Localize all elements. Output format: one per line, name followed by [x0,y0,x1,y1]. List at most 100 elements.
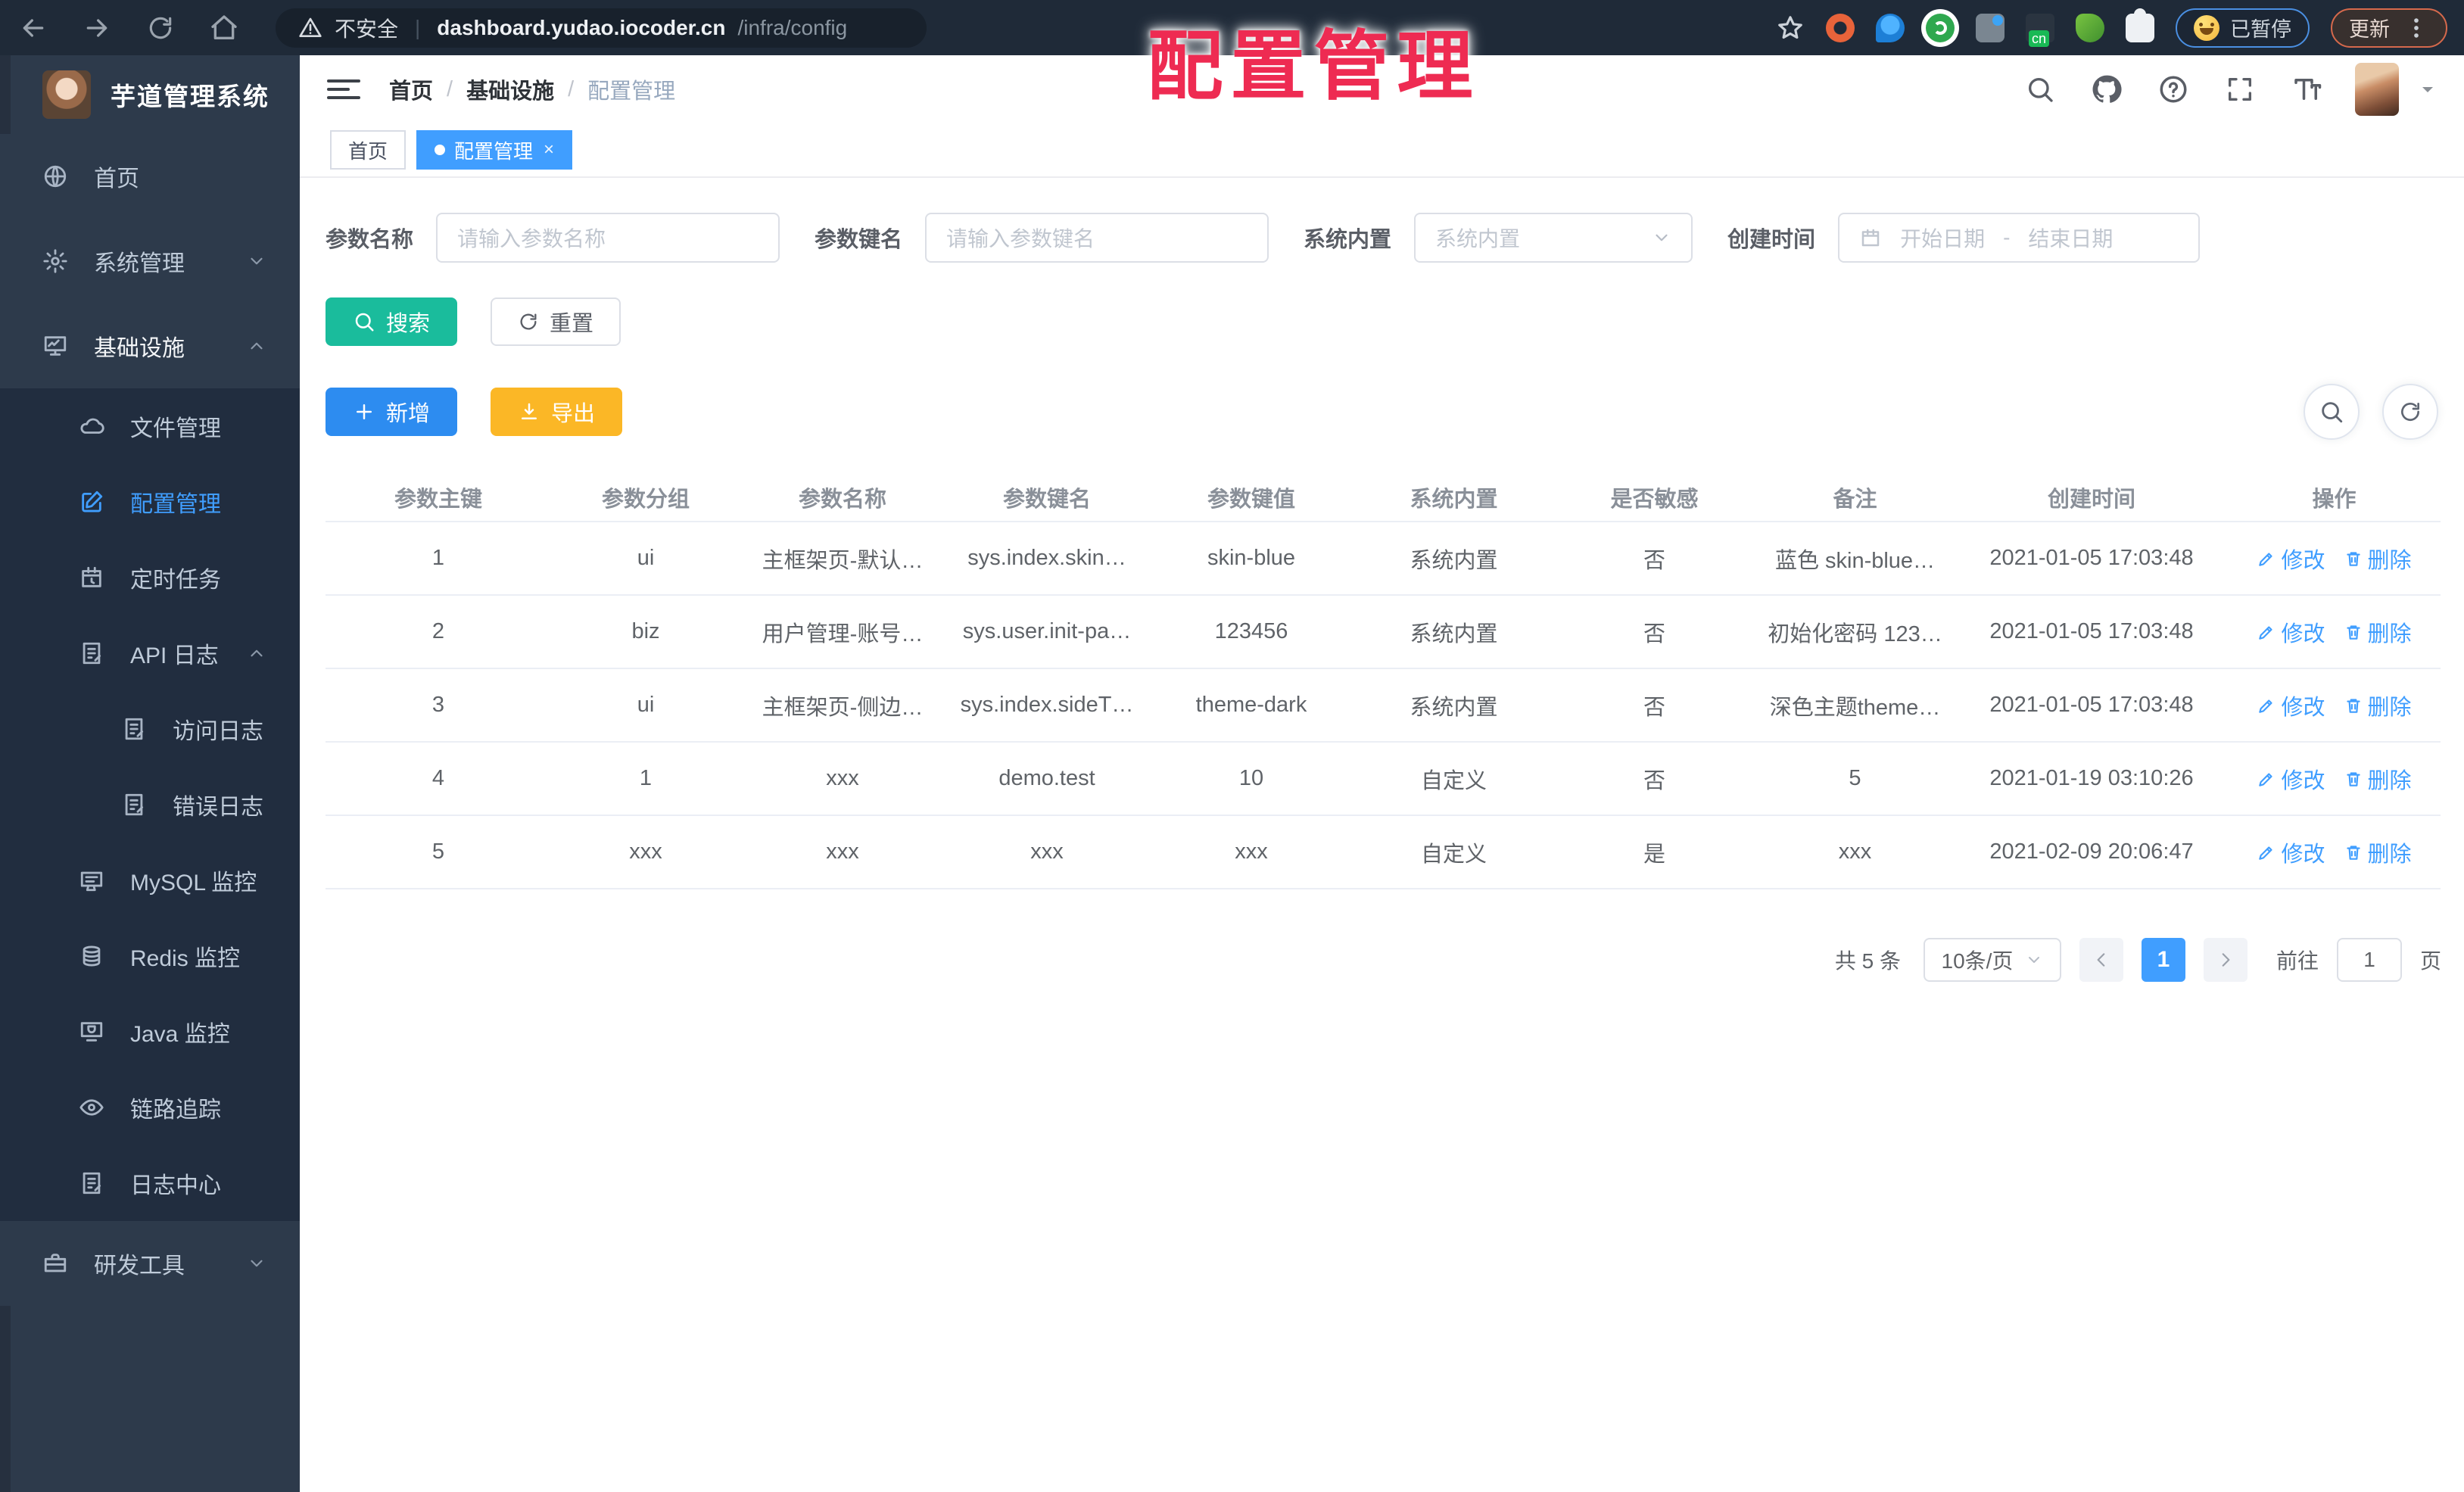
sidebar-item-14[interactable]: 研发工具 [0,1221,300,1306]
download-icon [518,400,540,423]
tab-home[interactable]: 首页 [330,130,407,170]
prev-page-button[interactable] [2079,938,2123,982]
url-path: /infra/config [737,15,848,39]
sidebar-item-5[interactable]: 定时任务 [0,540,300,615]
edit-link[interactable]: 修改 [2257,836,2325,868]
chevron-down-icon [2025,951,2043,969]
table-cell: 3 [326,668,551,743]
search-icon [2319,399,2344,425]
log-icon [76,640,107,666]
edit-link[interactable]: 修改 [2257,616,2325,648]
table-cell: 主框架页-侧边… [740,668,945,743]
sidebar-item-13[interactable]: 日志中心 [0,1145,300,1221]
close-tab-icon[interactable]: × [544,139,554,160]
add-button[interactable]: 新增 [326,388,458,436]
page-1-button[interactable]: 1 [2141,938,2185,982]
next-page-button[interactable] [2203,938,2248,982]
table-cell: 系统内置 [1353,522,1554,596]
collapse-menu-icon[interactable] [327,74,362,104]
delete-link[interactable]: 删除 [2344,616,2412,648]
goto-page-input[interactable]: 1 [2336,938,2402,982]
extension-paused-button[interactable]: 已暂停 [2176,8,2310,48]
toggle-search-button[interactable] [2304,384,2360,440]
param-key-input[interactable]: 请输入参数键名 [925,213,1269,263]
user-avatar[interactable] [2355,63,2399,116]
chevron-right-icon [2216,950,2235,970]
extension-icon[interactable] [2076,13,2104,42]
tab-config[interactable]: 配置管理 × [416,130,573,170]
extension-icon[interactable] [2026,13,2054,47]
filter-key-label: 参数键名 [815,228,903,252]
breadcrumb-infra[interactable]: 基础设施 [466,73,554,105]
sidebar-item-0[interactable]: 首页 [0,134,300,219]
github-icon[interactable] [2089,71,2125,107]
sidebar-item-6[interactable]: API 日志 [0,615,300,691]
chrome-update-button[interactable]: 更新 [2331,8,2447,48]
java-icon [76,1019,107,1045]
edit-link[interactable]: 修改 [2257,690,2325,721]
fullscreen-icon[interactable] [2222,71,2258,107]
sidebar-item-9[interactable]: MySQL 监控 [0,843,300,918]
column-header: 参数主键 [326,473,551,522]
search-button[interactable]: 搜索 [326,297,458,346]
app-title: 芋道管理系统 [111,83,269,111]
page-size-select[interactable]: 10条/页 [1923,938,2061,982]
breadcrumb-home[interactable]: 首页 [389,73,433,105]
breadcrumb: 首页 / 基础设施 / 配置管理 [389,73,675,105]
table-cell: xxx [1755,815,1955,889]
sidebar-item-1[interactable]: 系统管理 [0,219,300,304]
browser-menu-icon[interactable] [2403,15,2429,41]
sidebar-item-7[interactable]: 访问日志 [0,691,300,767]
sidebar-item-3[interactable]: 文件管理 [0,388,300,464]
export-button[interactable]: 导出 [491,388,623,436]
log-icon [118,792,150,818]
table-cell: 123456 [1149,595,1353,669]
delete-link[interactable]: 删除 [2344,836,2412,868]
table-cell: 自定义 [1353,742,1554,816]
sidebar-item-8[interactable]: 错误日志 [0,767,300,843]
total-count: 共 5 条 [1834,949,1901,973]
extension-icon[interactable] [1976,13,2005,42]
chevron-down-icon [1652,228,1671,248]
timer-icon [76,565,107,590]
delete-link[interactable]: 删除 [2344,690,2412,721]
help-icon[interactable] [2155,71,2191,107]
extension-icon[interactable] [1826,13,1855,42]
filter-form: 参数名称 请输入参数名称 参数键名 请输入参数键名 系统内置 系统内置 创建时间… [326,213,2441,263]
table-cell: 用户管理-账号… [740,595,945,669]
delete-link[interactable]: 删除 [2344,543,2412,575]
header-search-icon[interactable] [2022,71,2058,107]
sidebar-item-4[interactable]: 配置管理 [0,464,300,540]
param-name-input[interactable]: 请输入参数名称 [436,213,780,263]
edit-link[interactable]: 修改 [2257,543,2325,575]
extensions-puzzle-icon[interactable] [2126,8,2154,42]
browser-forward-icon[interactable] [80,11,114,45]
column-header: 参数键名 [945,473,1149,522]
filter-name-label: 参数名称 [326,228,414,252]
table-cell: ui [551,668,740,743]
browser-home-icon[interactable] [207,11,241,45]
refresh-table-button[interactable] [2382,384,2438,440]
font-size-icon[interactable] [2288,71,2325,107]
builtin-select[interactable]: 系统内置 [1414,213,1693,263]
sidebar-item-2[interactable]: 基础设施 [0,304,300,388]
bookmark-star-icon[interactable] [1776,14,1805,42]
edit-link[interactable]: 修改 [2257,763,2325,795]
extension-icon[interactable] [1926,13,1955,42]
active-dot-icon [435,145,446,155]
table-cell: ui [551,522,740,596]
reset-button[interactable]: 重置 [491,297,621,346]
app-logo[interactable]: 芋道管理系统 [0,55,300,134]
address-bar[interactable]: 不安全 | dashboard.yudao.iocoder.cn /infra/… [276,8,927,48]
extension-icon[interactable] [1876,13,1905,42]
delete-link[interactable]: 删除 [2344,763,2412,795]
browser-back-icon[interactable] [17,11,50,45]
sidebar-item-12[interactable]: 链路追踪 [0,1070,300,1145]
date-range-picker[interactable]: 开始日期 - 结束日期 [1838,213,2201,263]
table-cell: 蓝色 skin-blue… [1755,522,1955,596]
sidebar-item-11[interactable]: Java 监控 [0,994,300,1070]
user-menu-caret-icon[interactable] [2419,80,2437,98]
refresh-icon [2398,400,2422,424]
sidebar-item-10[interactable]: Redis 监控 [0,918,300,994]
browser-reload-icon[interactable] [144,11,177,45]
